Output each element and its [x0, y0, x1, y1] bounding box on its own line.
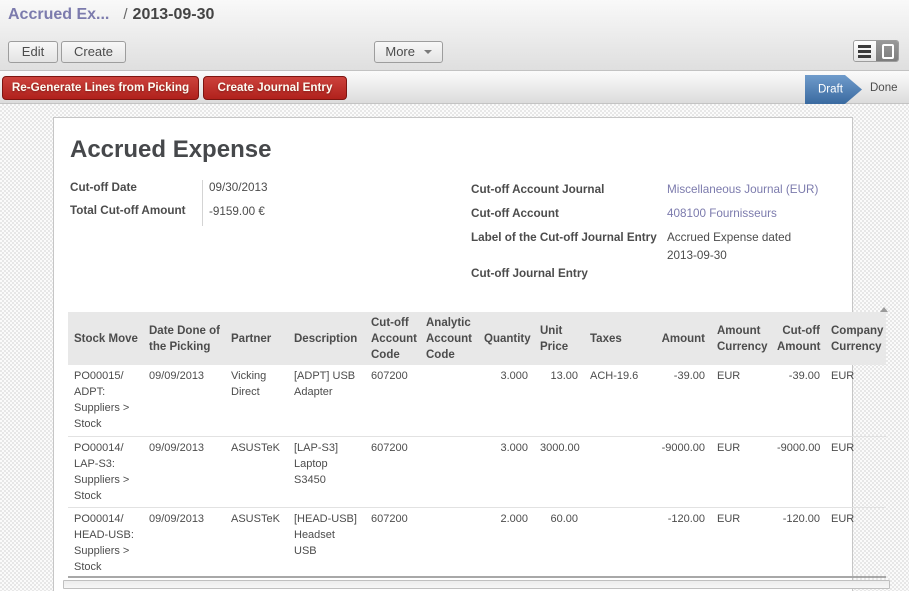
svg-text:Draft: Draft — [818, 83, 844, 95]
